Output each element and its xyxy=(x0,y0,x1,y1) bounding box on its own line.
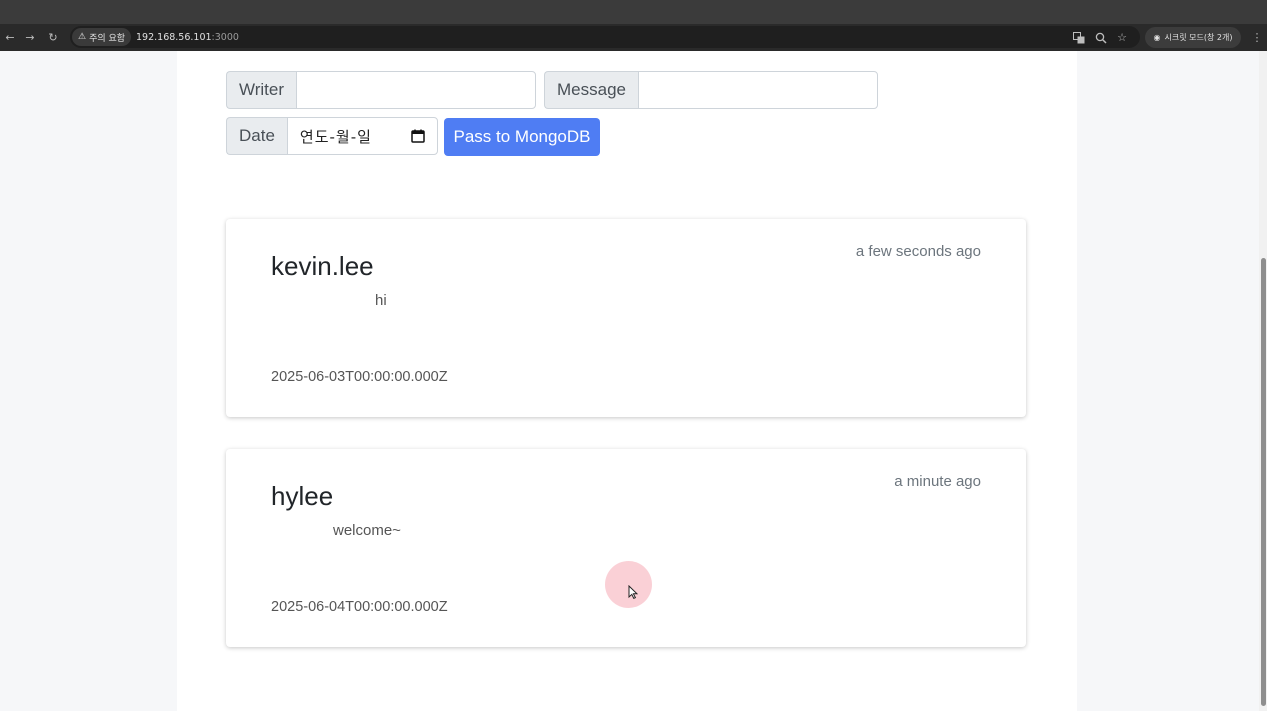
post-message: hi xyxy=(375,292,387,309)
writer-input-group: Writer xyxy=(226,71,537,109)
url-text[interactable]: 192.168.56.101:3000 xyxy=(136,24,239,51)
browser-menu-icon[interactable]: ⋮ xyxy=(1247,24,1267,51)
calendar-icon[interactable] xyxy=(411,129,425,143)
incognito-icon: ◉ xyxy=(1153,33,1161,42)
scrollbar-thumb[interactable] xyxy=(1261,258,1266,706)
pass-to-mongodb-button[interactable]: Pass to MongoDB xyxy=(444,118,600,156)
post-time: a minute ago xyxy=(894,473,981,490)
message-input-group: Message xyxy=(544,71,878,109)
incognito-badge[interactable]: ◉ 시크릿 모드(창 2개) xyxy=(1145,27,1241,48)
date-placeholder: 연도-월-일 xyxy=(299,127,372,146)
browser-toolbar: ← → ↻ ⚠ 주의 요함 192.168.56.101:3000 ☆ ◉ 시크… xyxy=(0,24,1267,51)
security-chip[interactable]: ⚠ 주의 요함 xyxy=(72,28,132,46)
writer-input[interactable] xyxy=(296,71,537,109)
post-time: a few seconds ago xyxy=(855,243,981,260)
date-input[interactable]: 연도-월-일 xyxy=(286,117,438,155)
post-card: hylee a minute ago welcome~ 2025-06-04T0… xyxy=(226,449,1026,647)
forward-icon[interactable]: → xyxy=(20,24,40,51)
translate-icon[interactable] xyxy=(1069,24,1089,51)
date-label: Date xyxy=(226,117,287,155)
message-input[interactable] xyxy=(637,71,878,109)
url-host: 192.168.56.101 xyxy=(136,32,212,43)
message-label: Message xyxy=(544,71,638,109)
post-message: welcome~ xyxy=(333,522,401,539)
writer-label: Writer xyxy=(226,71,297,109)
back-icon[interactable]: ← xyxy=(0,24,20,51)
url-port: :3000 xyxy=(211,32,239,43)
post-card: kevin.lee a few seconds ago hi 2025-06-0… xyxy=(226,219,1026,417)
post-date: 2025-06-03T00:00:00.000Z xyxy=(271,369,448,385)
zoom-icon[interactable] xyxy=(1091,24,1111,51)
browser-tab-strip xyxy=(0,0,1267,24)
post-writer: hylee xyxy=(271,481,334,511)
date-input-group: Date 연도-월-일 xyxy=(226,117,438,155)
mouse-cursor-icon xyxy=(628,584,639,600)
post-date: 2025-06-04T00:00:00.000Z xyxy=(271,599,448,615)
reload-icon[interactable]: ↻ xyxy=(43,24,63,51)
bookmark-star-icon[interactable]: ☆ xyxy=(1112,24,1132,51)
incognito-label: 시크릿 모드(창 2개) xyxy=(1164,33,1233,42)
warning-icon: ⚠ xyxy=(78,32,87,42)
post-writer: kevin.lee xyxy=(271,251,374,281)
security-label: 주의 요함 xyxy=(89,33,126,44)
